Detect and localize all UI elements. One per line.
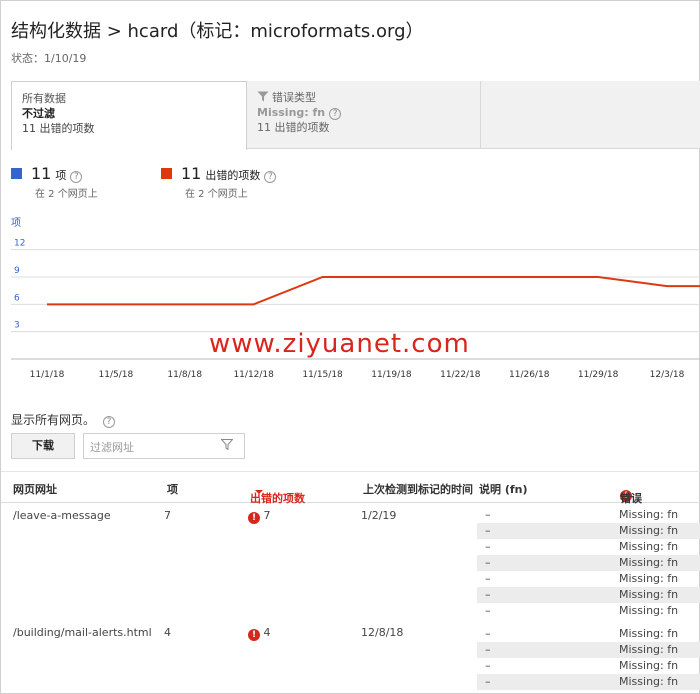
show-all-pages: 显示所有网页。? (11, 411, 116, 428)
filter-tab-value: Missing: fn (257, 106, 326, 119)
row-errors-value: 4 (263, 626, 271, 639)
list-item: – Missing: fn (477, 555, 700, 571)
list-item: – Missing: fn (477, 523, 700, 539)
row-errors: ! 4 (248, 626, 271, 641)
page-title: 结构化数据 > hcard（标记：microformats.org） (11, 21, 424, 42)
list-item: – Missing: fn (485, 627, 679, 640)
col-url[interactable]: 网页网址 (13, 481, 57, 497)
series-line (47, 276, 700, 306)
legend-pages: 在 2 个网页上 (185, 189, 248, 200)
y-tick-label: 3 (14, 321, 20, 331)
x-tick-label: 11/22/18 (440, 370, 481, 380)
table-header: 网页网址 项 出错的项数 上次检测到标记的时间 说明 (fn) ! 错误 (1, 471, 700, 505)
x-tick-label: 11/5/18 (99, 370, 134, 380)
legend-swatch-red (161, 168, 172, 179)
x-tick-label: 11/29/18 (578, 370, 619, 380)
list-item: – Missing: fn (485, 540, 679, 553)
list-item: – Missing: fn (485, 604, 679, 617)
row-sublist: – Missing: fn – Missing: fn – Missing: fn –… (477, 626, 700, 690)
error-icon: ! (248, 512, 260, 524)
status-date: 状态：1/10/19 (11, 52, 87, 65)
row-items: 4 (164, 626, 171, 639)
row-url[interactable]: /building/mail-alerts.html (13, 626, 152, 639)
row-errors-value: 7 (263, 509, 271, 522)
legend-pages: 在 2 个网页上 (35, 189, 98, 200)
download-button[interactable]: 下载 (11, 433, 75, 459)
col-items[interactable]: 项 (167, 481, 178, 497)
filter-tab-count: 11 出错的项数 (257, 121, 330, 134)
watermark: www.ziyuanet.com (209, 329, 470, 359)
x-tick-label: 12/3/18 (650, 370, 685, 380)
col-error-label: 错误 (620, 492, 642, 505)
row-sublist: – Missing: fn – Missing: fn – Missing: fn –… (477, 507, 700, 619)
row-date: 12/8/18 (361, 626, 404, 639)
list-item: – Missing: fn (477, 674, 700, 690)
x-tick-label: 11/1/18 (30, 370, 65, 380)
legend-unit: 项 (55, 169, 67, 182)
url-filter-placeholder: 过滤网址 (90, 441, 134, 454)
url-filter-input[interactable]: 过滤网址 (83, 433, 245, 459)
row-url[interactable]: /leave-a-message (13, 509, 111, 522)
row-items: 7 (164, 509, 171, 522)
y-tick-label: 12 (14, 239, 25, 249)
col-last-detected[interactable]: 上次检测到标记的时间 (363, 481, 473, 497)
x-tick-label: 11/19/18 (371, 370, 412, 380)
col-description[interactable]: 说明 (fn) (479, 481, 528, 497)
list-item: – Missing: fn (485, 572, 679, 585)
sort-down-icon (255, 490, 263, 494)
list-item: – Missing: fn (485, 659, 679, 672)
help-icon[interactable]: ? (103, 416, 116, 428)
list-item: – Missing: fn (477, 642, 700, 658)
row-date: 1/2/19 (361, 509, 397, 522)
x-tick-label: 11/12/18 (233, 370, 274, 380)
y-tick-label: 9 (14, 266, 20, 276)
filter-funnel-icon (221, 439, 233, 450)
help-icon[interactable]: ? (70, 171, 83, 183)
filter-tab-count: 11 出错的项数 (22, 122, 95, 135)
filter-tab-error-type[interactable]: 错误类型 Missing: fn? 11 出错的项数 (247, 81, 481, 149)
legend-unit: 出错的项数 (205, 169, 261, 182)
y-axis-label: 项 (11, 217, 21, 229)
line-chart: 项 12 9 6 3 11/1/18 11/5/18 11/8/18 11/12/18 11/15… (11, 217, 700, 380)
filter-tab-value: 不过滤 (22, 107, 55, 120)
row-errors: ! 7 (248, 509, 271, 524)
show-all-label[interactable]: 显示所有网页。 (11, 413, 95, 427)
filter-tab-label: 所有数据 (22, 92, 66, 105)
help-icon[interactable]: ? (264, 171, 277, 183)
legend-value: 11 (181, 164, 202, 183)
list-item: – Missing: fn (477, 587, 700, 603)
filter-tab-all-data[interactable]: 所有数据 不过滤 11 出错的项数 (11, 81, 247, 150)
filter-tab-label: 错误类型 (272, 91, 316, 104)
x-tick-label: 11/26/18 (509, 370, 550, 380)
filter-bar: 所有数据 不过滤 11 出错的项数 错误类型 Missing: fn? 11 出… (11, 81, 700, 150)
legend-swatch-blue (11, 168, 22, 179)
help-icon[interactable]: ? (329, 108, 342, 120)
error-icon: ! (248, 629, 260, 641)
x-tick-label: 11/15/18 (302, 370, 343, 380)
legend-value: 11 (31, 164, 52, 183)
filter-funnel-icon (257, 91, 269, 102)
x-tick-label: 11/8/18 (167, 370, 202, 380)
y-tick-label: 6 (14, 293, 20, 303)
list-item: – Missing: fn (485, 508, 679, 521)
